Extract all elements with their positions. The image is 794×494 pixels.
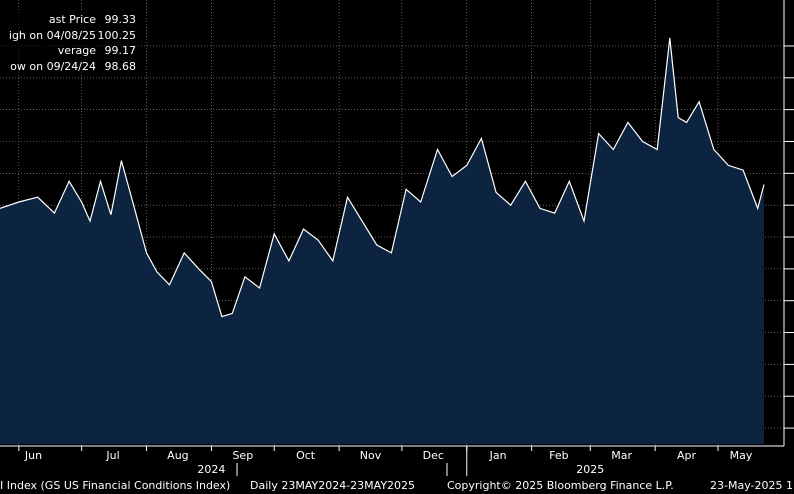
year-label: 2025 (576, 463, 604, 476)
legend-value: 99.17 (104, 44, 137, 57)
year-label: 2024 (197, 463, 225, 476)
legend-label: ast Price (48, 13, 96, 26)
legend-last-price: ast Price 99.33 (0, 12, 140, 28)
x-tick-label: Oct (296, 449, 316, 462)
footer-range-label: Daily 23MAY2024-23MAY2025 (250, 479, 416, 492)
footer-bar: I Index (GS US Financial Conditions Inde… (0, 477, 794, 494)
x-tick-label: Jun (24, 449, 42, 462)
x-axis: Jun Jul Aug Sep Oct Nov Dec Jan Feb Mar Apr May 2024… (0, 445, 784, 476)
legend-box: ast Price 99.33 igh on 04/08/25 100.25 v… (0, 12, 140, 74)
footer-index-label: I Index (GS US Financial Conditions Inde… (0, 479, 231, 492)
x-tick-label: Dec (423, 449, 444, 462)
legend-high: igh on 04/08/25 100.25 (0, 28, 140, 44)
legend-label: igh on 04/08/25 (8, 28, 96, 42)
x-tick-label: Jan (489, 449, 507, 462)
x-tick-label: May (730, 449, 753, 462)
y-axis (783, 0, 794, 446)
x-tick-label: Apr (677, 449, 697, 462)
footer-date: 23-May-2025 1 (710, 479, 793, 492)
legend-label: ow on 09/24/24 (10, 59, 96, 73)
x-tick-label: Feb (549, 449, 568, 462)
series-area (0, 38, 764, 444)
legend-low: ow on 09/24/24 98.68 (0, 59, 140, 75)
legend-value: 99.33 (104, 13, 137, 26)
chart-canvas: Jun Jul Aug Sep Oct Nov Dec Jan Feb Mar Apr May 2024… (0, 0, 794, 476)
legend-value: 100.25 (97, 28, 137, 42)
legend-label: verage (57, 44, 96, 57)
footer-copyright: Copyright© 2025 Bloomberg Finance L.P. (447, 479, 674, 492)
x-tick-label: Nov (360, 449, 382, 462)
x-tick-label: Mar (611, 449, 632, 462)
x-tick-label: Aug (167, 449, 188, 462)
legend-average: verage 99.17 (0, 43, 140, 59)
legend-value: 98.68 (104, 59, 137, 73)
x-tick-label: Sep (232, 449, 253, 462)
x-tick-label: Jul (105, 449, 119, 462)
